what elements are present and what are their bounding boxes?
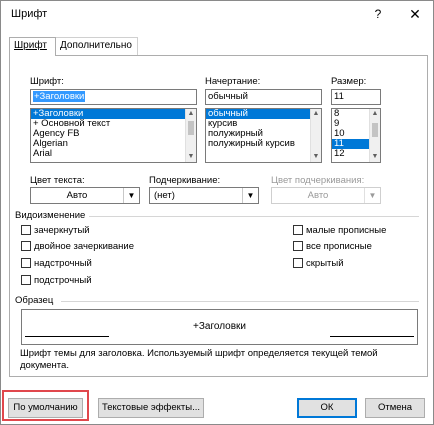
small-caps-checkbox[interactable]: малые прописные xyxy=(293,225,386,237)
tab-advanced-label: Дополнительно xyxy=(60,40,132,51)
text-color-value: Авто xyxy=(66,190,88,201)
font-dialog: Шрифт ? ✕ Шрифт Дополнительно Шрифт: +За… xyxy=(0,0,434,425)
baseline-left xyxy=(25,336,109,337)
underline-value: (нет) xyxy=(154,190,175,201)
style-list-scrollbar[interactable]: ▲ ▼ xyxy=(310,109,321,162)
checkbox-box[interactable] xyxy=(21,258,31,269)
list-item[interactable]: полужирный курсив xyxy=(206,139,321,149)
underline-color-value: Авто xyxy=(307,190,329,201)
scroll-down-icon[interactable]: ▼ xyxy=(186,152,196,162)
effects-group-title: Видоизменение xyxy=(15,210,86,221)
window-title: Шрифт xyxy=(11,8,48,20)
checkbox-label: малые прописные xyxy=(306,225,387,236)
help-icon[interactable]: ? xyxy=(370,5,386,23)
preview-group-title: Образец xyxy=(15,295,54,306)
checkbox-label: подстрочный xyxy=(34,275,92,286)
checkbox-box[interactable] xyxy=(293,241,303,252)
tab-font[interactable]: Шрифт xyxy=(9,37,56,56)
scroll-up-icon[interactable]: ▲ xyxy=(370,109,380,119)
title-bar: Шрифт ? ✕ xyxy=(2,2,432,28)
tab-font-label: Шрифт xyxy=(14,40,47,51)
all-caps-checkbox[interactable]: все прописные xyxy=(293,241,372,253)
text-effects-button[interactable]: Текстовые эффекты... xyxy=(98,398,204,418)
chevron-down-icon[interactable]: ▼ xyxy=(242,188,258,203)
highlight-frame xyxy=(2,390,89,421)
divider xyxy=(61,301,419,302)
list-item[interactable]: Arial xyxy=(31,149,196,159)
checkbox-label: надстрочный xyxy=(34,258,92,269)
font-list-scrollbar[interactable]: ▲ ▼ xyxy=(185,109,196,162)
font-name-input[interactable]: +Заголовки xyxy=(30,89,197,105)
underline-color-label: Цвет подчеркивания: xyxy=(271,175,365,186)
text-color-select[interactable]: Авто ▼ xyxy=(30,187,140,204)
underline-label: Подчеркивание: xyxy=(149,175,221,186)
scroll-thumb[interactable] xyxy=(188,121,194,135)
baseline-right xyxy=(330,336,414,337)
size-listbox[interactable]: 8 9 10 11 12 ▲ ▼ xyxy=(331,108,381,163)
text-color-label: Цвет текста: xyxy=(30,175,85,186)
superscript-checkbox[interactable]: надстрочный xyxy=(21,258,92,270)
checkbox-box[interactable] xyxy=(293,258,303,269)
ok-button[interactable]: ОК xyxy=(297,398,357,418)
scroll-up-icon[interactable]: ▲ xyxy=(186,109,196,119)
cancel-button[interactable]: Отмена xyxy=(365,398,425,418)
chevron-down-icon: ▼ xyxy=(364,188,380,203)
scroll-down-icon[interactable]: ▼ xyxy=(311,152,321,162)
checkbox-label: зачеркнутый xyxy=(34,225,90,236)
list-item[interactable]: Algerian xyxy=(31,139,196,149)
hidden-checkbox[interactable]: скрытый xyxy=(293,258,344,270)
checkbox-label: двойное зачеркивание xyxy=(34,241,134,252)
size-label: Размер: xyxy=(331,76,367,87)
divider xyxy=(89,216,419,217)
checkbox-label: скрытый xyxy=(306,258,344,269)
checkbox-box[interactable] xyxy=(21,225,31,236)
scroll-down-icon[interactable]: ▼ xyxy=(370,152,380,162)
close-icon[interactable]: ✕ xyxy=(406,5,424,23)
strikethrough-checkbox[interactable]: зачеркнутый xyxy=(21,225,90,237)
size-input[interactable]: 11 xyxy=(331,89,381,105)
underline-select[interactable]: (нет) ▼ xyxy=(149,187,259,204)
font-name-value: +Заголовки xyxy=(33,91,86,102)
font-listbox[interactable]: +Заголовки + Основной текст Agency FB Al… xyxy=(30,108,197,163)
size-list-scrollbar[interactable]: ▲ ▼ xyxy=(369,109,380,162)
checkbox-box[interactable] xyxy=(293,225,303,236)
tab-advanced[interactable]: Дополнительно xyxy=(56,37,138,55)
style-listbox[interactable]: обычный курсив полужирный полужирный кур… xyxy=(205,108,322,163)
style-label: Начертание: xyxy=(205,76,261,87)
subscript-checkbox[interactable]: подстрочный xyxy=(21,275,92,287)
scroll-thumb[interactable] xyxy=(372,123,378,137)
preview-description: Шрифт темы для заголовка. Используемый ш… xyxy=(20,348,378,371)
style-input[interactable]: обычный xyxy=(205,89,322,105)
checkbox-label: все прописные xyxy=(306,241,372,252)
double-strikethrough-checkbox[interactable]: двойное зачеркивание xyxy=(21,241,134,253)
preview-text: +Заголовки xyxy=(193,321,246,332)
checkbox-box[interactable] xyxy=(21,275,31,286)
font-label: Шрифт: xyxy=(30,76,64,87)
checkbox-box[interactable] xyxy=(21,241,31,252)
chevron-down-icon[interactable]: ▼ xyxy=(123,188,139,203)
scroll-up-icon[interactable]: ▲ xyxy=(311,109,321,119)
underline-color-select: Авто ▼ xyxy=(271,187,381,204)
preview-box: +Заголовки xyxy=(21,309,418,345)
